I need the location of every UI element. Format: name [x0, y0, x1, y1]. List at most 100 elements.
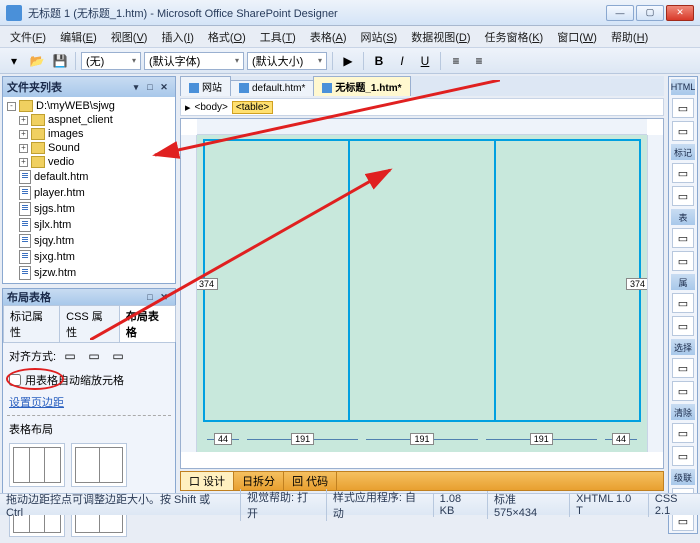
- tree-item[interactable]: +aspnet_client: [5, 113, 173, 127]
- expand-icon[interactable]: +: [19, 158, 28, 167]
- menu-d[interactable]: 数据视图(D): [405, 27, 476, 47]
- table-column[interactable]: [205, 141, 350, 420]
- menu-o[interactable]: 格式(O): [202, 27, 252, 47]
- document-tab[interactable]: default.htm*: [230, 80, 314, 96]
- tree-item[interactable]: player.htm: [5, 185, 173, 201]
- margin-link[interactable]: 设置页边距: [9, 394, 64, 410]
- document-tab[interactable]: 网站: [180, 76, 231, 96]
- align-center-icon[interactable]: ≡: [469, 51, 489, 71]
- menu-s[interactable]: 网站(S): [355, 27, 404, 47]
- maximize-button[interactable]: ▢: [636, 5, 664, 21]
- open-icon[interactable]: 📂: [27, 51, 47, 71]
- breadcrumb-table-tag[interactable]: <table>: [232, 101, 273, 114]
- toolbox-button[interactable]: ▭: [672, 446, 694, 466]
- toolbox-button[interactable]: ▭: [672, 293, 694, 313]
- toolbox-button[interactable]: ▭: [672, 98, 694, 118]
- table-column[interactable]: [350, 141, 495, 420]
- toolbox-section-head[interactable]: 表: [671, 209, 695, 225]
- document-tab[interactable]: 无标题_1.htm*: [313, 76, 410, 96]
- tree-item[interactable]: -D:\myWEB\sjwg: [5, 99, 173, 113]
- table-column[interactable]: [496, 141, 639, 420]
- tagbar-toggle-icon[interactable]: ▸: [185, 101, 191, 114]
- bold-button[interactable]: B: [369, 51, 389, 71]
- minimize-button[interactable]: —: [606, 5, 634, 21]
- menu-h[interactable]: 帮助(H): [605, 27, 654, 47]
- view-mode-button[interactable]: 日拆分: [234, 472, 284, 490]
- panel-close-icon[interactable]: ✕: [157, 80, 171, 94]
- tree-item[interactable]: +images: [5, 127, 173, 141]
- view-mode-button[interactable]: 回 代码: [284, 472, 337, 490]
- tree-item[interactable]: +vedio: [5, 155, 173, 169]
- menu-t[interactable]: 工具(T): [254, 27, 302, 47]
- toolbox-button[interactable]: ▭: [672, 163, 694, 183]
- new-doc-icon[interactable]: ▾: [4, 51, 24, 71]
- toolbox-button[interactable]: ▭: [672, 228, 694, 248]
- toolbox-section-head[interactable]: 清除: [671, 404, 695, 420]
- font-combo[interactable]: (默认字体)▾: [144, 52, 244, 70]
- tree-item[interactable]: sjzw.htm: [5, 265, 173, 281]
- toolbox-button[interactable]: ▭: [672, 186, 694, 206]
- tree-item[interactable]: sjlx.htm: [5, 217, 173, 233]
- layout-table[interactable]: [203, 139, 641, 422]
- layout-tab[interactable]: 标记属性: [3, 305, 60, 342]
- expand-icon[interactable]: +: [19, 130, 28, 139]
- tree-item[interactable]: sjgs.htm: [5, 201, 173, 217]
- panel-newdoc-icon[interactable]: ▾: [129, 80, 143, 94]
- size-combo[interactable]: (默认大小)▾: [247, 52, 327, 70]
- menu-i[interactable]: 插入(I): [155, 27, 199, 47]
- italic-button[interactable]: I: [392, 51, 412, 71]
- autoscale-checkbox[interactable]: [9, 374, 21, 386]
- expand-icon[interactable]: +: [19, 144, 28, 153]
- menu-v[interactable]: 视图(V): [105, 27, 154, 47]
- close-button[interactable]: ✕: [666, 5, 694, 21]
- tree-item[interactable]: sjxg.htm: [5, 249, 173, 265]
- margin-link-row[interactable]: 设置页边距: [3, 391, 175, 413]
- design-canvas[interactable]: 374 374 44 191 191 191 44: [180, 118, 664, 469]
- panel-pin-icon[interactable]: □: [143, 290, 157, 304]
- underline-button[interactable]: U: [415, 51, 435, 71]
- menu-w[interactable]: 窗口(W): [551, 27, 603, 47]
- align-opt-icon[interactable]: ▭: [60, 346, 80, 366]
- layout-thumb[interactable]: [71, 443, 127, 487]
- status-visual-help[interactable]: 视觉帮助: 打开: [240, 489, 316, 521]
- toolbox-section-head[interactable]: 标记: [671, 144, 695, 160]
- layout-tab[interactable]: 布局表格: [119, 305, 176, 342]
- view-mode-button[interactable]: 口 设计: [181, 472, 234, 490]
- status-css[interactable]: CSS 2.1: [648, 493, 694, 517]
- align-left-icon[interactable]: ≡: [446, 51, 466, 71]
- panel-close-icon[interactable]: ✕: [157, 290, 171, 304]
- toolbox-section-head[interactable]: HTML: [671, 79, 695, 95]
- toolbox-button[interactable]: ▭: [672, 358, 694, 378]
- status-style-mode[interactable]: 样式应用程序: 自动: [326, 489, 423, 521]
- menu-f[interactable]: 文件(F): [4, 27, 52, 47]
- expand-icon[interactable]: +: [19, 116, 28, 125]
- tree-item[interactable]: default.htm: [5, 169, 173, 185]
- align-opt-icon[interactable]: ▭: [84, 346, 104, 366]
- layout-thumb[interactable]: [9, 443, 65, 487]
- align-opt-icon[interactable]: ▭: [108, 346, 128, 366]
- folder-tree[interactable]: -D:\myWEB\sjwg+aspnet_client+images+Soun…: [3, 97, 175, 283]
- menu-e[interactable]: 编辑(E): [54, 27, 103, 47]
- toolbox-section-head[interactable]: 级联: [671, 469, 695, 485]
- toolbox-button[interactable]: ▭: [672, 381, 694, 401]
- toolbox-button[interactable]: ▭: [672, 423, 694, 443]
- breadcrumb-body[interactable]: <body>: [195, 102, 228, 113]
- panel-pin-icon[interactable]: □: [143, 80, 157, 94]
- design-surface[interactable]: 374 374 44 191 191 191 44: [197, 135, 647, 452]
- status-xhtml[interactable]: XHTML 1.0 T: [569, 493, 638, 517]
- toolbox-section-head[interactable]: 选择: [671, 339, 695, 355]
- menu-k[interactable]: 任务窗格(K): [479, 27, 550, 47]
- preview-icon[interactable]: ▶: [338, 51, 358, 71]
- toolbox-section-head[interactable]: 属: [671, 274, 695, 290]
- tree-item[interactable]: +Sound: [5, 141, 173, 155]
- toolbox-button[interactable]: ▭: [672, 121, 694, 141]
- layout-tab[interactable]: CSS 属性: [59, 305, 120, 342]
- collapse-icon[interactable]: -: [7, 102, 16, 111]
- save-icon[interactable]: 💾: [50, 51, 70, 71]
- status-resolution[interactable]: 标准 575×434: [487, 491, 559, 519]
- tree-item[interactable]: sjqy.htm: [5, 233, 173, 249]
- toolbox-button[interactable]: ▭: [672, 251, 694, 271]
- menu-a[interactable]: 表格(A): [304, 27, 353, 47]
- style-combo[interactable]: (无)▾: [81, 52, 141, 70]
- toolbox-button[interactable]: ▭: [672, 316, 694, 336]
